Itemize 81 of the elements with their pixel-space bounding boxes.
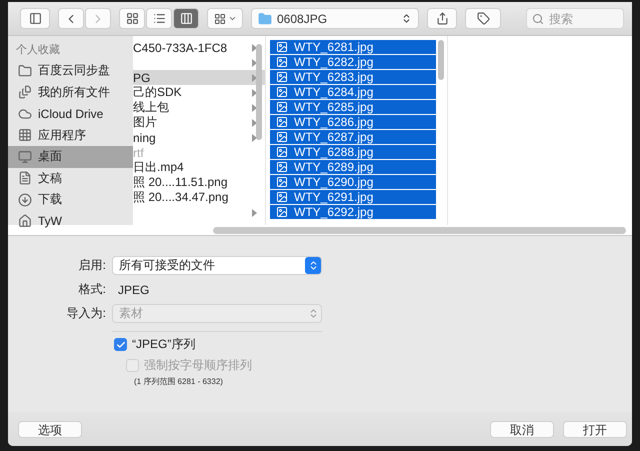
sidebar-item[interactable]: 我的所有文件 [8,82,133,103]
tag-icon [476,12,490,25]
file-type-popup[interactable]: 所有可接受的文件 [112,256,322,275]
document-icon [18,171,32,186]
options-button[interactable]: 选项 [18,420,82,438]
cloud-icon [18,106,32,121]
image-icon [276,131,288,143]
image-icon [276,176,288,188]
image-icon [276,206,288,218]
columns-view-button[interactable] [173,8,199,29]
file-row[interactable]: WTY_6281.jpg [270,40,436,54]
sidebar-heading: 个人收藏 [15,42,61,58]
file-row[interactable]: 日出.mp4 [133,160,265,175]
image-icon [276,191,288,203]
files-icon [18,85,32,100]
file-row[interactable]: 照 20....34.47.png [133,190,265,205]
image-icon [276,146,288,158]
sidebar-item[interactable]: 下载 [8,189,133,210]
file-row[interactable]: WTY_6283.jpg [270,70,436,84]
list-view-button[interactable] [146,8,172,29]
image-icon [276,161,288,173]
sidebar-icon [28,12,42,25]
file-row[interactable]: WTY_6287.jpg [270,130,436,144]
image-icon [276,41,288,53]
file-row[interactable]: WTY_6282.jpg [270,55,436,69]
image-icon [276,71,288,83]
file-row[interactable]: WTY_6289.jpg [270,160,436,174]
sidebar-item[interactable]: 文稿 [8,168,133,189]
download-icon [18,192,32,207]
image-icon [276,86,288,98]
apps-icon [18,128,32,142]
scrollbar[interactable] [256,44,262,140]
icons-view-button[interactable] [119,8,145,29]
share-icon [436,12,448,25]
disclosure-icon [252,208,257,216]
file-row[interactable]: WTY_6285.jpg [270,100,436,114]
sidebar-item[interactable]: TyW [8,210,133,232]
stepper-icon [401,13,412,24]
path-popup[interactable]: 0608JPG [251,8,419,29]
file-row[interactable]: WTY_6286.jpg [270,115,436,129]
image-icon [276,116,288,128]
folder-icon [258,12,272,26]
caret-icon [228,14,236,23]
grid-icon [126,12,138,25]
folder-icon [18,64,32,78]
check-icon [116,340,126,350]
list-icon [152,12,166,25]
back-button[interactable] [58,8,84,29]
file-row[interactable]: WTY_6292.jpg [270,205,436,219]
columns-icon [180,12,192,25]
file-row[interactable]: WTY_6290.jpg [270,175,436,189]
sidebar-item[interactable]: iCloud Drive [8,103,133,124]
arrange-button[interactable] [207,8,243,29]
share-button[interactable] [427,8,457,29]
sequence-checkbox[interactable]: “JPEG”序列 [112,336,322,353]
grid-icon [214,12,226,24]
search-icon [532,13,544,25]
field-label: 启用: [78,257,106,274]
file-row[interactable]: WTY_6288.jpg [270,145,436,159]
sidebar-item[interactable]: 应用程序 [8,124,133,146]
file-row[interactable]: PG [133,70,265,85]
field-label: 格式: [78,281,106,298]
search-field[interactable]: 搜索 [526,8,624,29]
sidebar-toggle-button[interactable] [20,8,50,29]
file-row[interactable]: WTY_6284.jpg [270,85,436,99]
sidebar-item[interactable]: 桌面 [8,146,133,168]
scrollbar[interactable] [438,40,444,80]
scrollbar[interactable] [213,226,626,234]
cancel-button[interactable]: 取消 [490,420,554,438]
sequence-range-note: (1 序列范围 6281 - 6332) [133,376,224,387]
format-value: JPEG [117,282,150,296]
home-icon [18,214,32,228]
monitor-icon [18,150,32,164]
image-icon [276,101,288,113]
image-icon [276,56,288,68]
file-row[interactable]: WTY_6291.jpg [270,190,436,204]
sidebar-item[interactable]: 百度云同步盘 [8,60,133,82]
open-button[interactable]: 打开 [563,420,627,438]
field-label: 导入为: [66,305,106,322]
file-row[interactable]: 照 20....11.51.png [133,175,265,190]
tag-button[interactable] [465,8,501,29]
